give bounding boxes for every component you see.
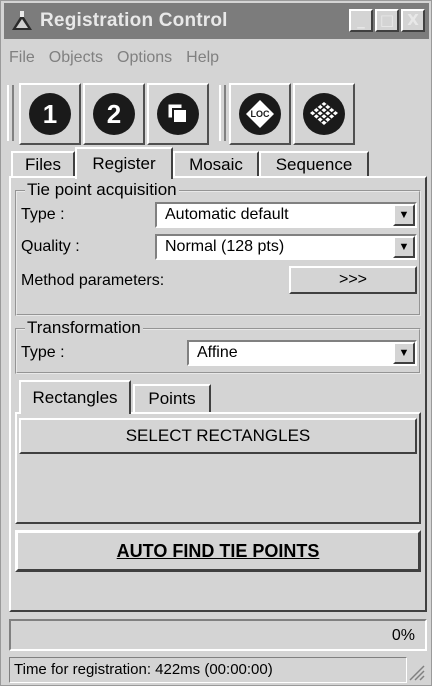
select-rectangles-label: SELECT RECTANGLES xyxy=(125,426,311,445)
quality-value: Normal (128 pts) xyxy=(165,238,285,255)
svg-text:2: 2 xyxy=(107,99,121,129)
svg-text:LOC: LOC xyxy=(251,109,270,119)
tab-sequence-label: Sequence xyxy=(275,155,353,174)
transformation-legend: Transformation xyxy=(25,318,143,338)
svg-text:1: 1 xyxy=(43,99,57,129)
method-parameters-label: Method parameters: xyxy=(21,272,165,289)
registration-control-window: Registration Control _ □ X File Objects … xyxy=(0,0,432,686)
tab-files-label: Files xyxy=(25,155,61,174)
layers-icon xyxy=(157,93,199,135)
method-parameters-button-label: >>> xyxy=(338,271,368,288)
tie-type-value: Automatic default xyxy=(165,206,289,223)
quality-label: Quality : xyxy=(21,238,80,255)
tie-point-group: Tie point acquisition Type : Automatic d… xyxy=(15,180,421,316)
status-bar: Time for registration: 422ms (00:00:00) xyxy=(9,657,407,683)
tab-register[interactable]: Register xyxy=(75,147,173,179)
transformation-group: Transformation Type : Affine ▼ xyxy=(15,318,421,374)
tab-rectangles-label: Rectangles xyxy=(32,388,118,407)
close-button[interactable]: X xyxy=(401,9,425,32)
step-two-button[interactable]: 2 xyxy=(83,83,145,145)
progress-bar: 0% xyxy=(9,619,427,651)
menu-help[interactable]: Help xyxy=(186,49,219,67)
menu-options[interactable]: Options xyxy=(117,49,172,67)
auto-find-tie-points-button[interactable]: AUTO FIND TIE POINTS xyxy=(15,530,421,572)
grid-button[interactable] xyxy=(293,83,355,145)
chevron-down-icon[interactable]: ▼ xyxy=(393,204,415,226)
auto-find-label: AUTO FIND TIE POINTS xyxy=(116,540,320,561)
close-icon: X xyxy=(407,11,419,29)
transformation-type-select[interactable]: Affine ▼ xyxy=(187,340,417,366)
rectangles-panel: SELECT RECTANGLES xyxy=(15,412,421,524)
tab-rectangles[interactable]: Rectangles xyxy=(19,380,131,414)
menu-file[interactable]: File xyxy=(9,49,35,67)
tab-points[interactable]: Points xyxy=(133,384,211,412)
select-rectangles-button[interactable]: SELECT RECTANGLES xyxy=(19,418,417,454)
tie-type-label: Type : xyxy=(21,206,65,223)
minimize-button[interactable]: _ xyxy=(349,9,373,32)
progress-percent: 0% xyxy=(391,627,415,644)
step-one-icon: 1 xyxy=(29,93,71,135)
register-panel: Tie point acquisition Type : Automatic d… xyxy=(9,176,427,612)
app-icon xyxy=(12,11,32,30)
toolbar-grip[interactable] xyxy=(7,85,14,141)
step-two-icon: 2 xyxy=(93,93,135,135)
step-one-button[interactable]: 1 xyxy=(19,83,81,145)
tab-files[interactable]: Files xyxy=(11,151,75,177)
loc-icon: LOC xyxy=(239,93,281,135)
transformation-type-label: Type : xyxy=(21,344,65,361)
transformation-type-value: Affine xyxy=(197,344,238,361)
tab-register-label: Register xyxy=(92,154,156,173)
toolbar-separator xyxy=(219,85,226,141)
quality-select[interactable]: Normal (128 pts) ▼ xyxy=(155,234,417,260)
tab-mosaic[interactable]: Mosaic xyxy=(173,151,259,177)
method-parameters-button[interactable]: >>> xyxy=(289,266,417,294)
layers-button[interactable] xyxy=(147,83,209,145)
tie-type-select[interactable]: Automatic default ▼ xyxy=(155,202,417,228)
menu-bar: File Objects Options Help xyxy=(9,49,219,67)
loc-button[interactable]: LOC xyxy=(229,83,291,145)
tab-mosaic-label: Mosaic xyxy=(189,155,243,174)
status-text: Time for registration: 422ms (00:00:00) xyxy=(14,661,273,678)
chevron-down-icon[interactable]: ▼ xyxy=(393,342,415,364)
tab-points-label: Points xyxy=(148,389,196,408)
grid-icon xyxy=(303,93,345,135)
window-title: Registration Control xyxy=(40,10,228,31)
title-bar[interactable]: Registration Control _ □ X xyxy=(4,3,429,39)
maximize-icon: □ xyxy=(379,11,395,29)
tab-sequence[interactable]: Sequence xyxy=(259,151,369,177)
resize-grip-icon[interactable] xyxy=(407,663,425,681)
maximize-button[interactable]: □ xyxy=(375,9,399,32)
tie-point-legend: Tie point acquisition xyxy=(25,180,179,200)
chevron-down-icon[interactable]: ▼ xyxy=(393,236,415,258)
menu-objects[interactable]: Objects xyxy=(49,49,103,67)
minimize-icon: _ xyxy=(357,11,365,29)
